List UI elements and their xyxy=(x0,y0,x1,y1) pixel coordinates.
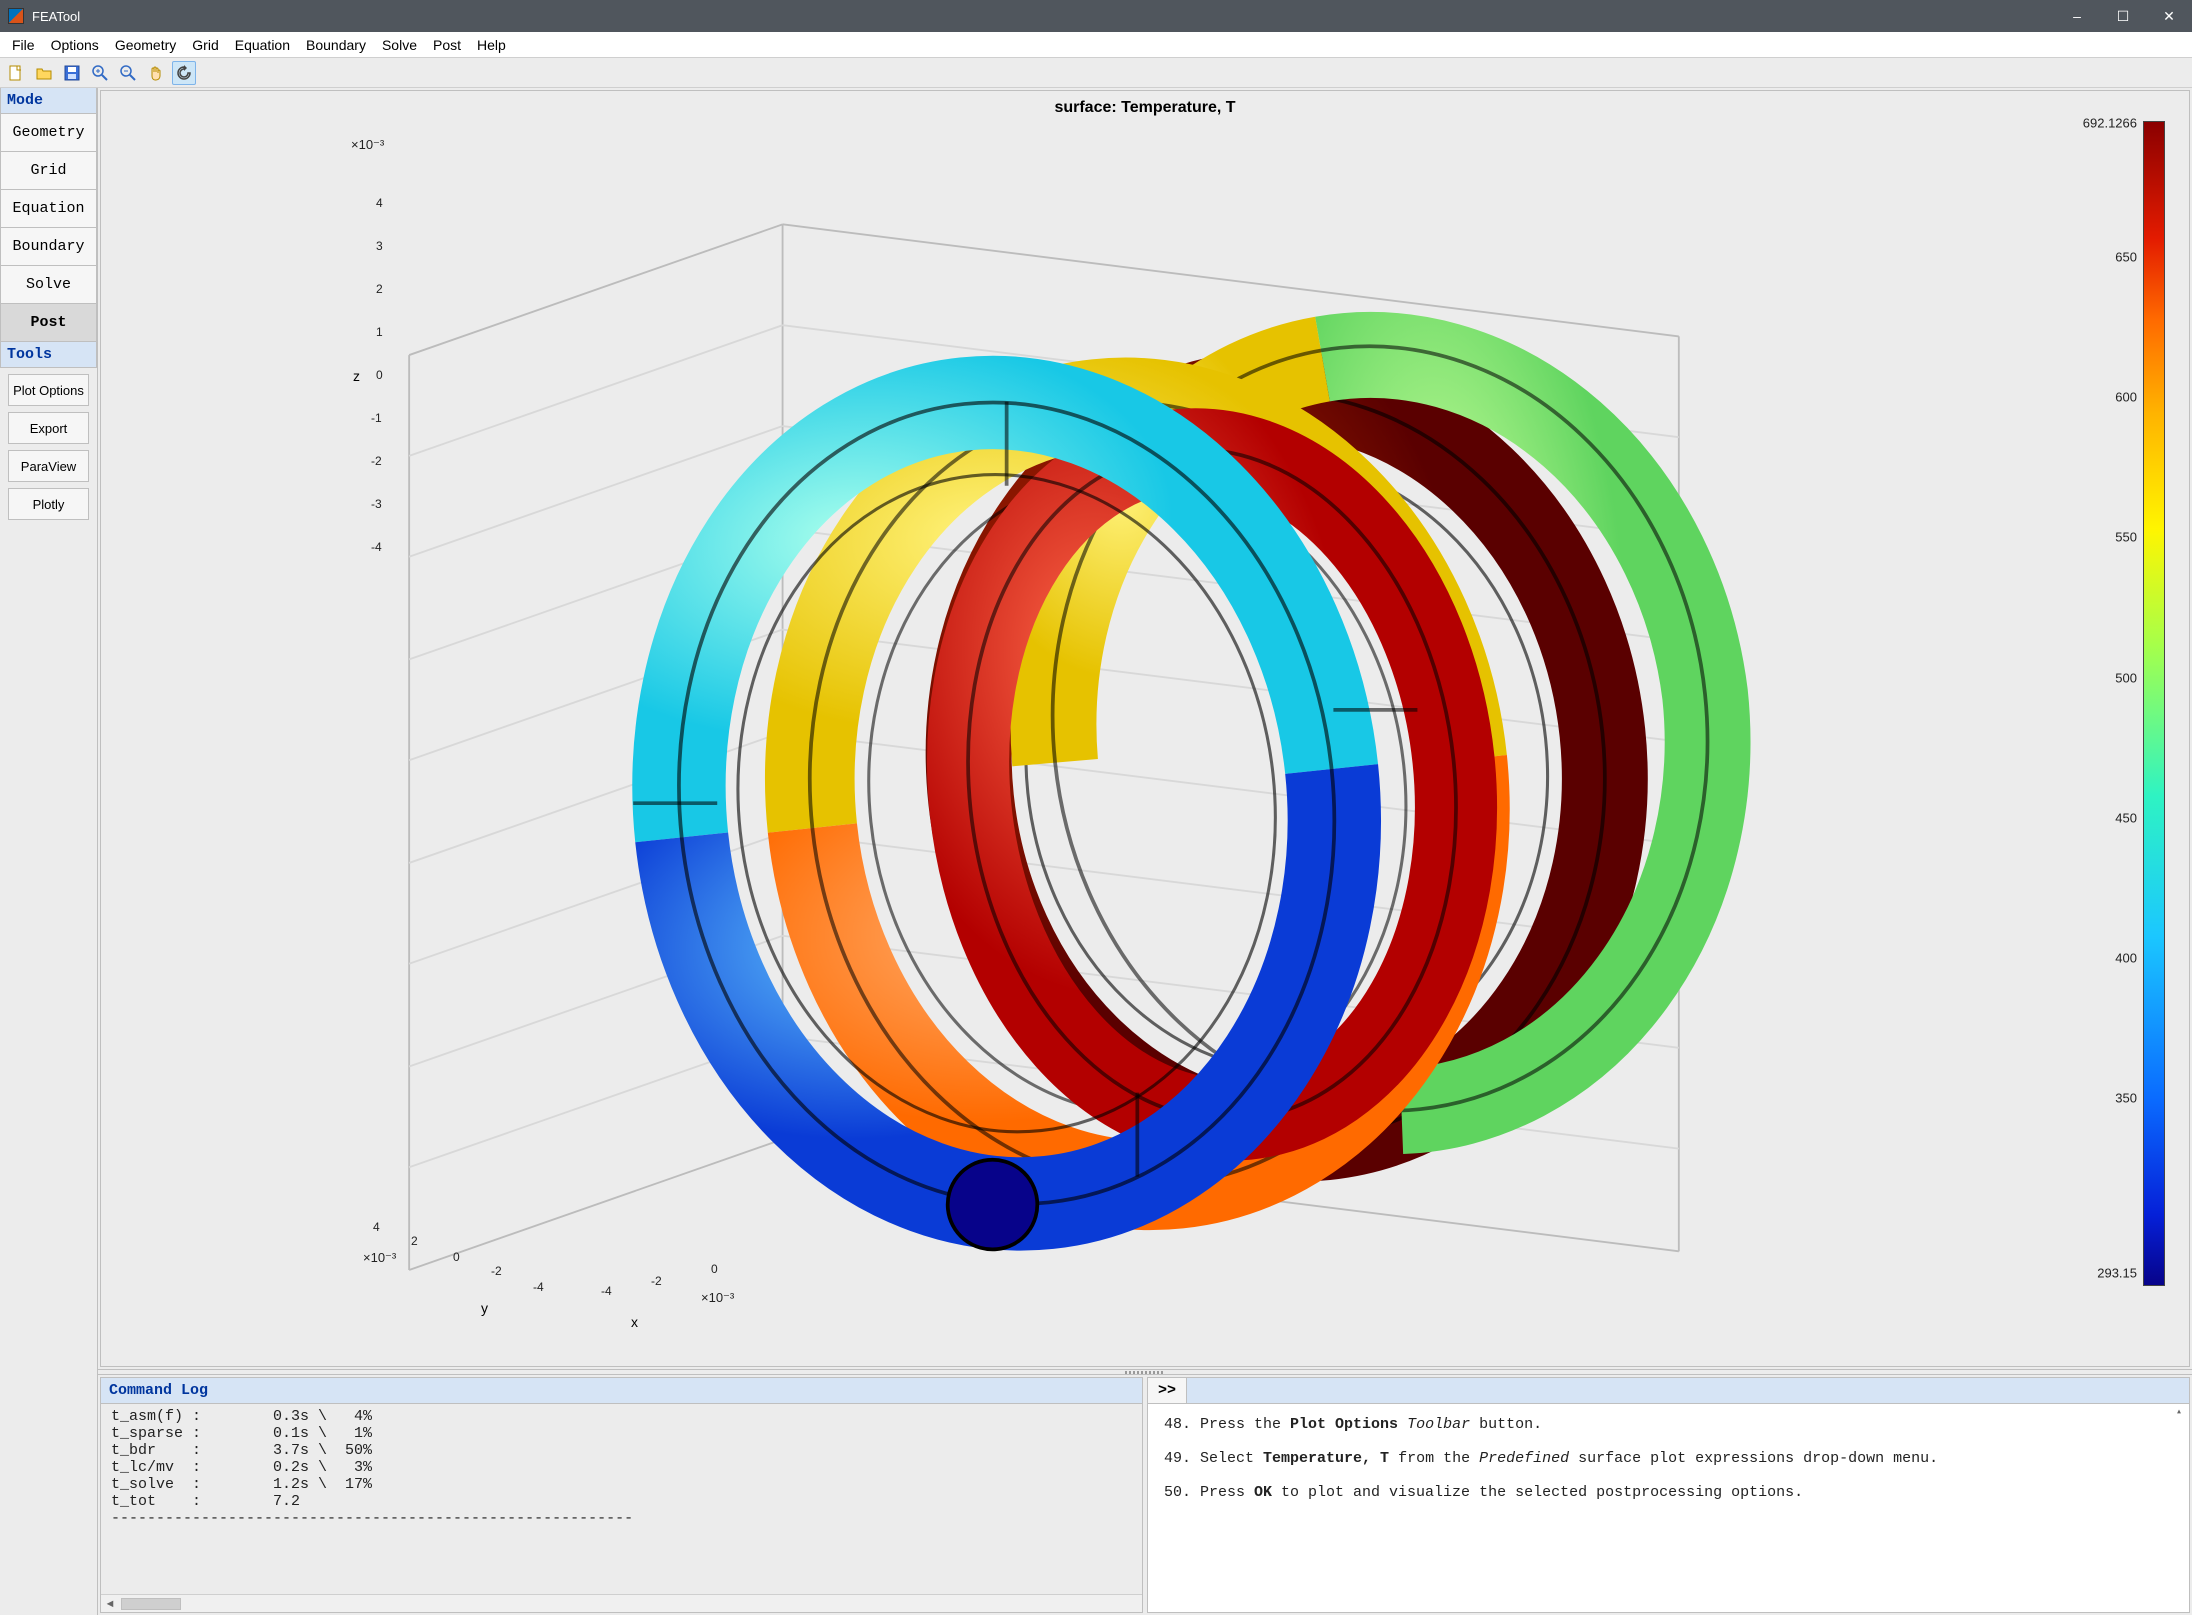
sidebar: Mode Geometry Grid Equation Boundary Sol… xyxy=(0,88,98,1615)
x-tick: 0 xyxy=(711,1262,718,1276)
text-bold: Plot Options xyxy=(1290,1416,1398,1433)
text: 48. Press the xyxy=(1164,1416,1290,1433)
mode-equation[interactable]: Equation xyxy=(0,190,97,228)
reset-view-icon[interactable] xyxy=(172,61,196,85)
mode-grid[interactable]: Grid xyxy=(0,152,97,190)
window-title: FEATool xyxy=(32,9,80,24)
x-axis-label: x xyxy=(631,1314,638,1330)
zoom-out-icon[interactable] xyxy=(116,61,140,85)
y-tick: -2 xyxy=(491,1264,502,1278)
z-tick: -1 xyxy=(371,411,382,425)
menu-file[interactable]: File xyxy=(4,35,43,55)
x-axis-sci: ×10⁻³ xyxy=(701,1290,734,1306)
toolbar xyxy=(0,58,2192,88)
menu-grid[interactable]: Grid xyxy=(184,35,226,55)
colorbar-tick: 400 xyxy=(2115,951,2137,966)
command-log-header: Command Log xyxy=(101,1378,1142,1404)
tool-paraview[interactable]: ParaView xyxy=(8,450,89,482)
plot-area[interactable]: surface: Temperature, T xyxy=(100,90,2190,1367)
colorbar-tick: 350 xyxy=(2115,1091,2137,1106)
menu-solve[interactable]: Solve xyxy=(374,35,425,55)
app-icon xyxy=(8,8,24,24)
menu-geometry[interactable]: Geometry xyxy=(107,35,184,55)
mode-boundary[interactable]: Boundary xyxy=(0,228,97,266)
text: button. xyxy=(1470,1416,1542,1433)
minimize-button[interactable]: – xyxy=(2054,0,2100,32)
zoom-in-icon[interactable] xyxy=(88,61,112,85)
pan-hand-icon[interactable] xyxy=(144,61,168,85)
z-tick: 4 xyxy=(376,196,383,210)
new-file-icon[interactable] xyxy=(4,61,28,85)
text-bold: OK xyxy=(1254,1484,1272,1501)
scroll-up-icon[interactable]: ▴ xyxy=(2171,1406,2187,1422)
y-tick: -4 xyxy=(533,1280,544,1294)
colorbar-tick: 600 xyxy=(2115,390,2137,405)
text: to plot and visualize the selected postp… xyxy=(1272,1484,1803,1501)
close-button[interactable]: ✕ xyxy=(2146,0,2192,32)
text: 49. Select xyxy=(1164,1450,1263,1467)
colorbar-min: 293.15 xyxy=(2097,1266,2137,1281)
z-axis-label: z xyxy=(353,368,360,384)
y-tick: 2 xyxy=(411,1234,418,1248)
z-tick: 3 xyxy=(376,239,383,253)
sidebar-header-mode: Mode xyxy=(0,88,97,114)
y-axis-label: y xyxy=(481,1300,488,1316)
tool-export[interactable]: Export xyxy=(8,412,89,444)
text xyxy=(1398,1416,1407,1433)
text: 50. Press xyxy=(1164,1484,1254,1501)
open-folder-icon[interactable] xyxy=(32,61,56,85)
text-italic: Toolbar xyxy=(1407,1416,1470,1433)
mode-post[interactable]: Post xyxy=(0,304,97,342)
z-tick: 0 xyxy=(376,368,383,382)
x-tick: -2 xyxy=(651,1274,662,1288)
menu-post[interactable]: Post xyxy=(425,35,469,55)
plot-title: surface: Temperature, T xyxy=(101,99,2189,117)
y-tick: 0 xyxy=(453,1250,460,1264)
text: surface plot expressions drop-down menu. xyxy=(1569,1450,1938,1467)
mode-solve[interactable]: Solve xyxy=(0,266,97,304)
colorbar-tick: 500 xyxy=(2115,670,2137,685)
command-log-panel: Command Log t_asm(f) : 0.3s \ 4% t_spars… xyxy=(100,1377,1143,1613)
text: from the xyxy=(1389,1450,1479,1467)
instructions-body[interactable]: ▴ 48. Press the Plot Options Toolbar but… xyxy=(1148,1404,2189,1612)
title-bar: FEATool – ☐ ✕ xyxy=(0,0,2192,32)
x-tick: -4 xyxy=(601,1284,612,1298)
z-tick: 2 xyxy=(376,282,383,296)
z-tick: -2 xyxy=(371,454,382,468)
colorbar-tick: 650 xyxy=(2115,249,2137,264)
tool-plotly[interactable]: Plotly xyxy=(8,488,89,520)
z-tick: -3 xyxy=(371,497,382,511)
z-tick: -4 xyxy=(371,540,382,554)
colorbar xyxy=(2143,121,2165,1286)
instructions-panel: >> ▴ 48. Press the Plot Options Toolbar … xyxy=(1147,1377,2190,1613)
menu-boundary[interactable]: Boundary xyxy=(298,35,374,55)
instructions-prompt[interactable]: >> xyxy=(1148,1378,1187,1403)
colorbar-max: 692.1266 xyxy=(2083,116,2137,131)
menu-bar: File Options Geometry Grid Equation Boun… xyxy=(0,32,2192,58)
menu-options[interactable]: Options xyxy=(43,35,107,55)
menu-equation[interactable]: Equation xyxy=(227,35,298,55)
horizontal-splitter[interactable] xyxy=(98,1369,2192,1375)
colorbar-tick: 450 xyxy=(2115,810,2137,825)
text-italic: Predefined xyxy=(1479,1450,1569,1467)
menu-help[interactable]: Help xyxy=(469,35,514,55)
y-axis-sci: ×10⁻³ xyxy=(363,1250,396,1266)
text-bold: Temperature, T xyxy=(1263,1450,1389,1467)
mode-geometry[interactable]: Geometry xyxy=(0,114,97,152)
y-tick: 4 xyxy=(373,1220,380,1234)
tool-plot-options[interactable]: Plot Options xyxy=(8,374,89,406)
colorbar-tick: 550 xyxy=(2115,530,2137,545)
sidebar-header-tools: Tools xyxy=(0,342,97,368)
z-axis-sci: ×10⁻³ xyxy=(351,137,384,153)
save-icon[interactable] xyxy=(60,61,84,85)
command-log-body[interactable]: t_asm(f) : 0.3s \ 4% t_sparse : 0.1s \ 1… xyxy=(101,1404,1142,1594)
axes-3d xyxy=(191,131,2009,1326)
maximize-button[interactable]: ☐ xyxy=(2100,0,2146,32)
z-tick: 1 xyxy=(376,325,383,339)
command-log-hscroll[interactable]: ◄ xyxy=(101,1594,1142,1612)
